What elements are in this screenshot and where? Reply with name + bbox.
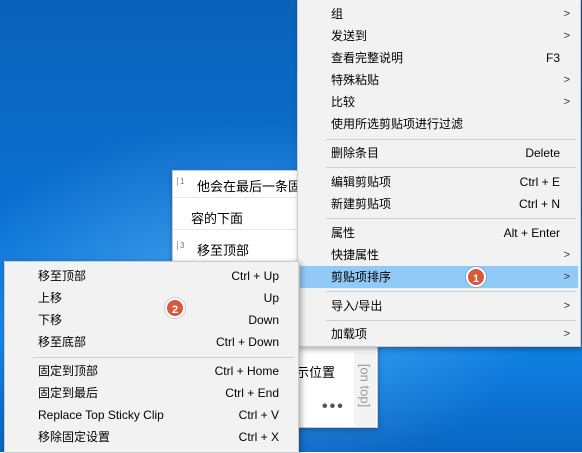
menu-item-special-paste[interactable]: 特殊粘贴 >: [300, 69, 578, 91]
chevron-right-icon: >: [563, 271, 570, 283]
menu-separator: [33, 357, 294, 358]
menu-item-shortcut: Ctrl + Up: [231, 269, 279, 283]
clip-row-number: 3: [177, 241, 188, 250]
menu-separator: [326, 320, 576, 321]
menu-item-label: 特殊粘贴: [331, 73, 380, 87]
step-badge-2: 2: [165, 298, 185, 318]
menu-item-label: 发送到: [331, 29, 368, 43]
menu-item-shortcut: Alt + Enter: [503, 226, 560, 240]
menu-item-label: 加载项: [331, 327, 368, 341]
context-menu: 组 > 发送到 > 查看完整说明 F3 特殊粘贴 > 比较 > 使用所选剪贴项进…: [297, 0, 581, 347]
menu-item-compare[interactable]: 比较 >: [300, 91, 578, 113]
menu-item-shortcut: Ctrl + N: [518, 197, 560, 211]
submenu-item-move-to-top[interactable]: 移至顶部 Ctrl + Up: [7, 265, 296, 287]
menu-item-label: 快捷属性: [331, 248, 380, 262]
menu-item-label: 查看完整说明: [331, 51, 404, 65]
menu-item-label: 固定到最后: [38, 386, 99, 400]
submenu-item-remove-pin[interactable]: 移除固定设置 Ctrl + X: [7, 426, 296, 448]
menu-item-label: 移至底部: [38, 335, 87, 349]
menu-item-label: 移除固定设置: [38, 430, 111, 444]
menu-item-label: 固定到顶部: [38, 364, 99, 378]
chevron-right-icon: >: [563, 300, 570, 312]
submenu-item-move-down[interactable]: 下移 Down: [7, 309, 296, 331]
menu-item-label: 移至顶部: [38, 269, 87, 283]
menu-item-shortcut: F3: [545, 51, 560, 65]
menu-item-label: 比较: [331, 95, 356, 109]
menu-item-properties[interactable]: 属性 Alt + Enter: [300, 222, 578, 244]
clip-row-text: 他会在最后一条固: [197, 179, 302, 194]
clip-row-text: 移至顶部: [197, 243, 250, 258]
menu-item-label: 编辑剪贴项: [331, 175, 392, 189]
menu-item-send-to[interactable]: 发送到 >: [300, 25, 578, 47]
menu-item-label: 上移: [38, 291, 63, 305]
menu-item-shortcut: Up: [263, 291, 279, 305]
clip-row-text-partial: 示位置: [296, 365, 336, 380]
clip-row-number: 1: [177, 177, 188, 186]
chevron-right-icon: >: [563, 30, 570, 42]
menu-separator: [326, 218, 576, 219]
submenu-item-pin-to-last[interactable]: 固定到最后 Ctrl + End: [7, 382, 296, 404]
menu-item-new-clip[interactable]: 新建剪贴项 Ctrl + N: [300, 193, 578, 215]
menu-item-filter-by-selected[interactable]: 使用所选剪贴项进行过滤: [300, 113, 578, 135]
menu-item-shortcut: Ctrl + Home: [214, 364, 279, 378]
chevron-right-icon: >: [563, 328, 570, 340]
menu-item-shortcut: Ctrl + Down: [215, 335, 279, 349]
chevron-right-icon: >: [563, 8, 570, 20]
on-top-indicator: [on top]: [354, 352, 376, 426]
chevron-right-icon: >: [563, 74, 570, 86]
chevron-right-icon: >: [563, 249, 570, 261]
submenu-item-move-to-bottom[interactable]: 移至底部 Ctrl + Down: [7, 331, 296, 353]
clip-order-submenu: 移至顶部 Ctrl + Up 上移 Up 下移 Down 移至底部 Ctrl +…: [4, 261, 299, 453]
menu-item-label: 剪贴项排序: [331, 270, 392, 284]
submenu-item-move-up[interactable]: 上移 Up: [7, 287, 296, 309]
menu-item-label: 使用所选剪贴项进行过滤: [331, 117, 464, 131]
menu-separator: [326, 291, 576, 292]
menu-separator: [326, 167, 576, 168]
menu-item-label: 导入/导出: [331, 299, 383, 313]
menu-item-quick-properties[interactable]: 快捷属性 >: [300, 244, 578, 266]
menu-item-label: 下移: [38, 313, 63, 327]
menu-item-shortcut: Down: [248, 313, 279, 327]
submenu-item-replace-top-sticky[interactable]: Replace Top Sticky Clip Ctrl + V: [7, 404, 296, 426]
menu-separator: [326, 139, 576, 140]
menu-item-shortcut: Ctrl + V: [238, 408, 279, 422]
menu-item-label: Replace Top Sticky Clip: [38, 408, 164, 422]
menu-item-shortcut: Ctrl + End: [225, 386, 279, 400]
submenu-item-pin-to-top[interactable]: 固定到顶部 Ctrl + Home: [7, 360, 296, 382]
menu-item-import-export[interactable]: 导入/导出 >: [300, 295, 578, 317]
menu-item-clip-order[interactable]: 剪贴项排序 >: [300, 266, 578, 288]
menu-item-label: 组: [331, 7, 344, 21]
menu-item-group[interactable]: 组 >: [300, 3, 578, 25]
menu-item-label: 属性: [331, 226, 356, 240]
menu-item-label: 新建剪贴项: [331, 197, 392, 211]
menu-item-shortcut: Delete: [525, 146, 560, 160]
step-badge-1: 1: [466, 267, 486, 287]
menu-item-shortcut: Ctrl + X: [238, 430, 279, 444]
chevron-right-icon: >: [563, 96, 570, 108]
menu-item-delete[interactable]: 删除条目 Delete: [300, 142, 578, 164]
menu-item-shortcut: Ctrl + E: [519, 175, 560, 189]
menu-item-edit-clip[interactable]: 编辑剪贴项 Ctrl + E: [300, 171, 578, 193]
menu-item-add-ins[interactable]: 加载项 >: [300, 323, 578, 345]
clip-row-text: 容的下面: [191, 211, 244, 226]
on-top-label: [on top]: [357, 363, 373, 408]
menu-item-view-description[interactable]: 查看完整说明 F3: [300, 47, 578, 69]
more-options-icon[interactable]: •••: [322, 398, 345, 416]
menu-item-label: 删除条目: [331, 146, 380, 160]
